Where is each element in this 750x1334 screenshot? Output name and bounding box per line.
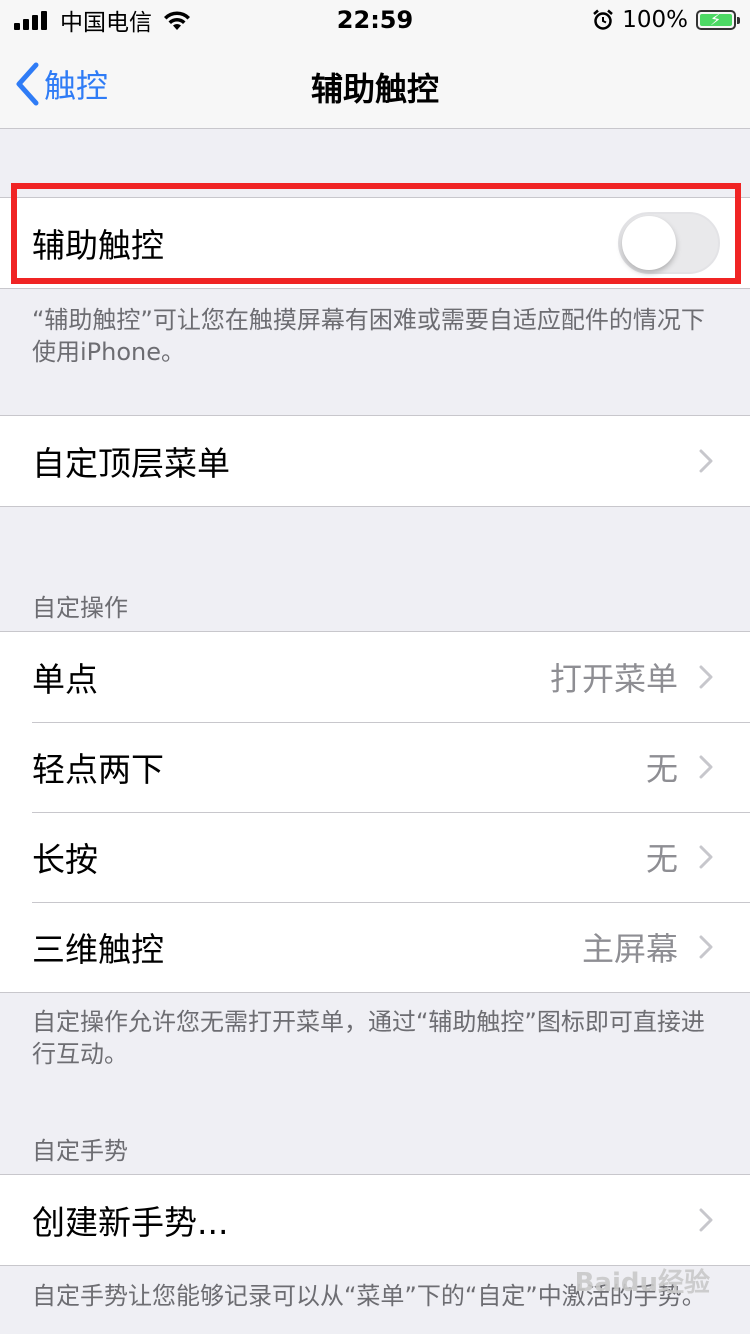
- chevron-right-icon: [699, 1208, 713, 1232]
- action-label: 单点: [32, 660, 98, 699]
- action-value: 主屏幕: [581, 930, 678, 968]
- custom-gestures-group: 创建新手势...: [0, 1174, 750, 1266]
- action-value: 无: [645, 840, 678, 878]
- highlight-box: [11, 183, 741, 284]
- top-level-menu-row[interactable]: 自定顶层菜单: [0, 416, 750, 506]
- custom-gestures-header: 自定手势: [32, 1137, 128, 1165]
- top-level-menu-group: 自定顶层菜单: [0, 415, 750, 507]
- page-title: 辅助触控: [310, 70, 439, 108]
- custom-actions-group: 单点 打开菜单 轻点两下 无 长按 无 三维触控 主屏幕: [0, 631, 750, 993]
- alarm-icon: [593, 9, 614, 30]
- chevron-right-icon: [699, 935, 713, 959]
- status-right: 100% ⚡: [592, 6, 740, 34]
- action-label: 长按: [32, 840, 98, 879]
- status-bar: 中国电信 22:59 100% ⚡: [0, 0, 750, 40]
- create-gesture-label: 创建新手势...: [32, 1203, 229, 1242]
- action-row-3d-touch[interactable]: 三维触控 主屏幕: [0, 902, 750, 992]
- chevron-right-icon: [699, 755, 713, 779]
- action-row-single-tap[interactable]: 单点 打开菜单: [0, 632, 750, 722]
- action-row-long-press[interactable]: 长按 无: [0, 812, 750, 902]
- navigation-bar: 触控 辅助触控: [0, 40, 750, 129]
- custom-actions-footer: 自定操作允许您无需打开菜单，通过“辅助触控”图标即可直接进行互动。: [32, 1008, 705, 1068]
- chevron-right-icon: [699, 665, 713, 689]
- create-gesture-row[interactable]: 创建新手势...: [0, 1175, 750, 1265]
- action-value: 打开菜单: [549, 660, 678, 698]
- action-label: 三维触控: [32, 930, 164, 969]
- top-level-menu-label: 自定顶层菜单: [32, 444, 230, 483]
- battery-icon: ⚡: [696, 10, 740, 30]
- settings-screen: 中国电信 22:59 100% ⚡ 触控 辅助触控 辅助触控 “辅助触控”可让您…: [0, 0, 750, 1334]
- watermark-logo: Baidu经验: [574, 1268, 710, 1298]
- chevron-right-icon: [699, 845, 713, 869]
- action-label: 轻点两下: [32, 750, 164, 789]
- custom-actions-header: 自定操作: [32, 594, 128, 622]
- action-row-double-tap[interactable]: 轻点两下 无: [0, 722, 750, 812]
- action-value: 无: [645, 750, 678, 788]
- battery-percent: 100%: [622, 7, 688, 33]
- chevron-right-icon: [699, 449, 713, 473]
- assistive-touch-footer: “辅助触控”可让您在触摸屏幕有困难或需要自适应配件的情况下使用iPhone。: [32, 306, 705, 366]
